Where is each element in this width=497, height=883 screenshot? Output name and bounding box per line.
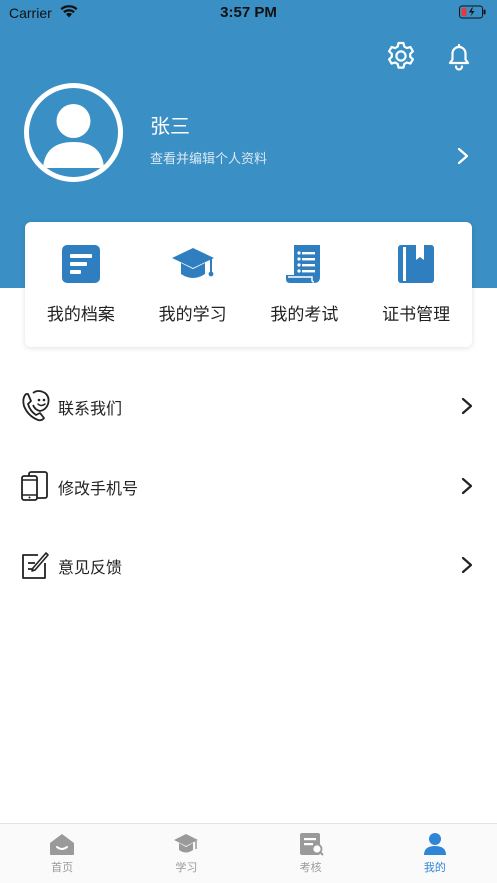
menu-item-feedback[interactable]: 意见反馈 [0,535,497,595]
menu-item-contact-us[interactable]: 联系我们 [0,376,497,436]
status-time: 3:57 PM [220,4,277,21]
contact-phone-icon [22,390,50,422]
tab-study[interactable]: 学习 [124,824,248,883]
tab-mine[interactable]: 我的 [373,824,497,883]
file-icon [61,245,100,283]
quick-action-my-records[interactable]: 我的档案 [25,222,137,347]
notification-bell-icon[interactable] [443,40,475,72]
quick-action-my-study[interactable]: 我的学习 [137,222,249,347]
battery-icon [459,5,486,19]
tab-label: 学习 [175,861,198,874]
quick-action-label: 我的考试 [270,305,339,325]
tab-label: 考核 [299,861,322,874]
tab-label: 我的 [423,861,446,874]
user-name[interactable]: 张三 [150,110,190,139]
quick-action-label: 我的学习 [158,305,227,325]
scroll-icon [286,245,321,283]
menu-item-label: 意见反馈 [58,558,123,577]
phone-icon [21,471,48,501]
graduation-cap-icon [174,834,199,853]
tab-assessment[interactable]: 考核 [249,824,373,883]
tab-label: 首页 [51,861,74,874]
avatar[interactable] [24,83,123,182]
quick-action-certificates[interactable]: 证书管理 [360,222,472,347]
book-icon [398,245,435,283]
chevron-right-icon[interactable] [454,146,472,166]
chevron-right-icon [461,556,473,574]
chevron-right-icon [461,477,473,495]
status-bar: Carrier 3:57 PM [0,0,497,26]
menu-item-change-phone[interactable]: 修改手机号 [0,456,497,516]
menu-item-label: 修改手机号 [58,479,139,498]
home-icon [50,834,75,855]
edit-profile-link[interactable]: 查看并编辑个人资料 [150,148,267,167]
bottom-tab-bar: 首页 学习 考核 我的 [0,823,497,883]
settings-gear-icon[interactable] [385,40,417,72]
graduation-cap-icon [171,248,214,278]
tab-home[interactable]: 首页 [0,824,124,883]
quick-action-my-exams[interactable]: 我的考试 [249,222,361,347]
exam-icon [299,833,324,856]
menu-item-label: 联系我们 [58,399,123,418]
user-silhouette-icon [43,104,104,168]
quick-action-label: 证书管理 [382,305,451,325]
user-icon [423,833,446,855]
quick-actions-card: 我的档案 我的学习 我的考试 证书管理 [25,222,472,347]
quick-action-label: 我的档案 [46,305,115,325]
feedback-edit-icon [22,552,49,579]
chevron-right-icon [461,397,473,415]
